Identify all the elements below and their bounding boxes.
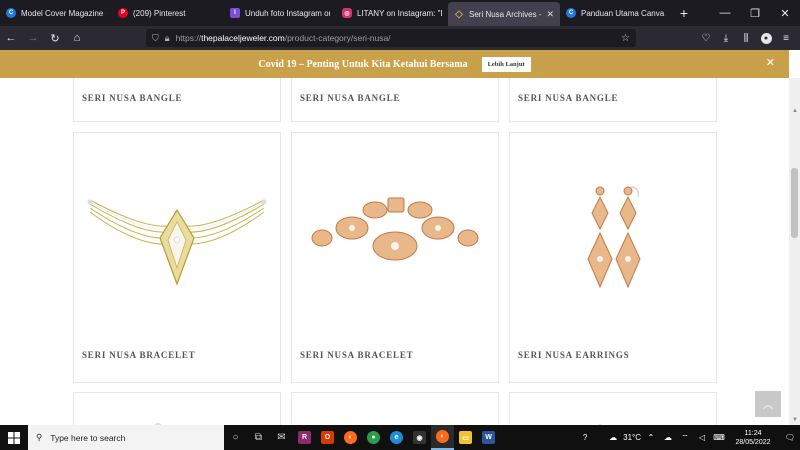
tab-label: Seri Nusa Archives - The P	[469, 9, 542, 19]
download-site-icon: I	[230, 8, 240, 18]
edge-icon[interactable]: e	[385, 425, 408, 450]
tab-label: Model Cover Magazine - Po	[21, 8, 106, 18]
onedrive-icon[interactable]: ☁	[661, 433, 675, 442]
search-placeholder: Type here to search	[50, 432, 126, 443]
close-tab-icon[interactable]: ✕	[546, 9, 554, 20]
product-card[interactable]	[291, 392, 499, 425]
product-card[interactable]: SERI NUSA BRACELET	[291, 132, 499, 383]
chevron-up-icon[interactable]: ⌃	[644, 433, 658, 442]
pinterest-icon: P	[118, 8, 128, 18]
banner-text: Covid 19 – Penting Untuk Kita Ketahui Be…	[258, 58, 468, 70]
tab-label: LITANY on Instagram: "LITA	[357, 8, 442, 18]
lock-icon[interactable]: 🔒︎	[165, 33, 170, 44]
file-explorer-icon[interactable]: ▭	[454, 425, 477, 450]
scrollbar-thumb[interactable]	[791, 168, 798, 238]
page-scrollbar[interactable]: ▲ ▼	[789, 78, 800, 425]
tab-label: (209) Pinterest	[133, 8, 186, 18]
tab-panduan-canva[interactable]: C Panduan Utama Canva untu	[560, 0, 672, 26]
bracelet-image[interactable]	[292, 163, 498, 313]
navigation-bar: ← → ↻ ⌂ ⛉ 🔒︎ https://thepalaceljeweler.c…	[0, 26, 800, 50]
bookmark-star-icon[interactable]: ☆	[621, 33, 630, 44]
product-name[interactable]: SERI NUSA EARRINGS	[518, 350, 629, 360]
necklace-image[interactable]	[74, 163, 280, 313]
tab-unduh-foto[interactable]: I Unduh foto Instagram onlin	[224, 0, 336, 26]
tab-pinterest[interactable]: P (209) Pinterest	[112, 0, 224, 26]
url-text[interactable]: https://thepalaceljeweler.com/product-ca…	[176, 33, 391, 43]
toolbar-right: ♡ ⤓ ⫼ ● ≡	[696, 26, 796, 50]
search-icon: ⚲	[36, 432, 43, 442]
firefox-icon[interactable]: ◐	[339, 425, 362, 450]
palace-jeweler-icon: ◇	[455, 8, 463, 20]
covid-banner: Covid 19 – Penting Untuk Kita Ketahui Be…	[0, 50, 789, 78]
product-card[interactable]	[509, 392, 717, 425]
keyboard-icon[interactable]: ⌨	[712, 433, 726, 442]
account-icon[interactable]: ●	[756, 26, 776, 50]
firefox-active-icon[interactable]: ◐	[431, 425, 454, 450]
address-bar[interactable]: ⛉ 🔒︎ https://thepalaceljeweler.com/produ…	[146, 29, 636, 47]
forward-button[interactable]: →	[22, 26, 44, 50]
back-button[interactable]: ←	[0, 26, 22, 50]
pocket-icon[interactable]: ♡	[696, 26, 716, 50]
winrar-icon[interactable]: R	[293, 425, 316, 450]
taskbar-search[interactable]: ⚲ Type here to search	[28, 425, 224, 450]
camera-icon[interactable]: ◉	[408, 425, 431, 450]
restore-button[interactable]: ❐	[740, 0, 770, 26]
cortana-icon[interactable]: ○	[224, 425, 247, 450]
windows-start-icon[interactable]	[0, 425, 28, 450]
learn-more-button[interactable]: Lebih Lanjut	[481, 56, 531, 72]
tab-label: Unduh foto Instagram onlin	[245, 8, 330, 18]
temperature[interactable]: 31°C	[623, 433, 641, 442]
new-tab-button[interactable]: +	[672, 0, 696, 26]
reload-button[interactable]: ↻	[44, 26, 66, 50]
notification-icon[interactable]: 🗨︎	[780, 433, 800, 442]
earrings-image[interactable]	[510, 163, 716, 313]
clock-time: 11:24	[744, 429, 762, 437]
scroll-up-arrow[interactable]: ▲	[792, 108, 798, 114]
product-name[interactable]: SERI NUSA BANGLE	[518, 93, 618, 103]
clock[interactable]: 11:24 28/05/2022	[729, 429, 777, 447]
product-card[interactable]: SERI NUSA EARRINGS	[509, 132, 717, 383]
tab-litany-instagram[interactable]: ◎ LITANY on Instagram: "LITA	[336, 0, 448, 26]
shield-icon[interactable]: ⛉	[152, 33, 159, 44]
weather-icon[interactable]: ☁	[606, 433, 620, 442]
tab-model-cover[interactable]: C Model Cover Magazine - Po	[0, 0, 112, 26]
downloads-icon[interactable]: ⤓	[716, 26, 736, 50]
chrome-icon[interactable]: ●	[362, 425, 385, 450]
instagram-icon: ◎	[342, 8, 352, 18]
word-icon[interactable]: W	[477, 425, 500, 450]
window-controls: — ❐ ✕	[710, 0, 800, 26]
library-icon[interactable]: ⫼	[736, 26, 756, 50]
home-button[interactable]: ⌂	[66, 26, 88, 50]
clock-date: 28/05/2022	[735, 438, 771, 446]
minimize-button[interactable]: —	[710, 0, 740, 26]
close-window-button[interactable]: ✕	[770, 0, 800, 26]
task-view-icon[interactable]: ⧉	[247, 425, 270, 450]
browser-window: C Model Cover Magazine - Po P (209) Pint…	[0, 0, 800, 450]
volume-icon[interactable]: ◁	[695, 433, 709, 442]
tab-bar: C Model Cover Magazine - Po P (209) Pint…	[0, 0, 800, 26]
product-name[interactable]: SERI NUSA BANGLE	[82, 93, 182, 103]
product-image-partial[interactable]	[74, 393, 282, 425]
product-name[interactable]: SERI NUSA BANGLE	[300, 93, 400, 103]
canva-icon: C	[566, 8, 576, 18]
product-card[interactable]: SERI NUSA BRACELET	[73, 132, 281, 383]
tab-seri-nusa[interactable]: ◇ Seri Nusa Archives - The P ✕	[448, 2, 560, 26]
product-name[interactable]: SERI NUSA BRACELET	[82, 350, 195, 360]
system-tray: ? ☁ 31°C ⌃ ☁ ⌔ ◁ ⌨ 11:24 28/05/2022 🗨︎	[578, 425, 800, 450]
canva-icon: C	[6, 8, 16, 18]
tab-label: Panduan Utama Canva untu	[581, 8, 666, 18]
network-icon[interactable]: ⌔	[678, 433, 692, 443]
scroll-to-top-button[interactable]: ︿	[755, 391, 781, 417]
banner-close-icon[interactable]: ✕	[766, 56, 775, 69]
office-icon[interactable]: O	[316, 425, 339, 450]
windows-taskbar: ⚲ Type here to search ○ ⧉ ✉ R O ◐ ● e ◉ …	[0, 425, 800, 450]
product-image-partial[interactable]	[510, 393, 718, 425]
scroll-down-arrow[interactable]: ▼	[792, 417, 798, 423]
page-viewport: Covid 19 – Penting Untuk Kita Ketahui Be…	[0, 50, 800, 425]
product-name[interactable]: SERI NUSA BRACELET	[300, 350, 413, 360]
product-card[interactable]	[73, 392, 281, 425]
mail-icon[interactable]: ✉	[270, 425, 293, 450]
menu-icon[interactable]: ≡	[776, 26, 796, 50]
help-icon[interactable]: ?	[578, 433, 592, 442]
